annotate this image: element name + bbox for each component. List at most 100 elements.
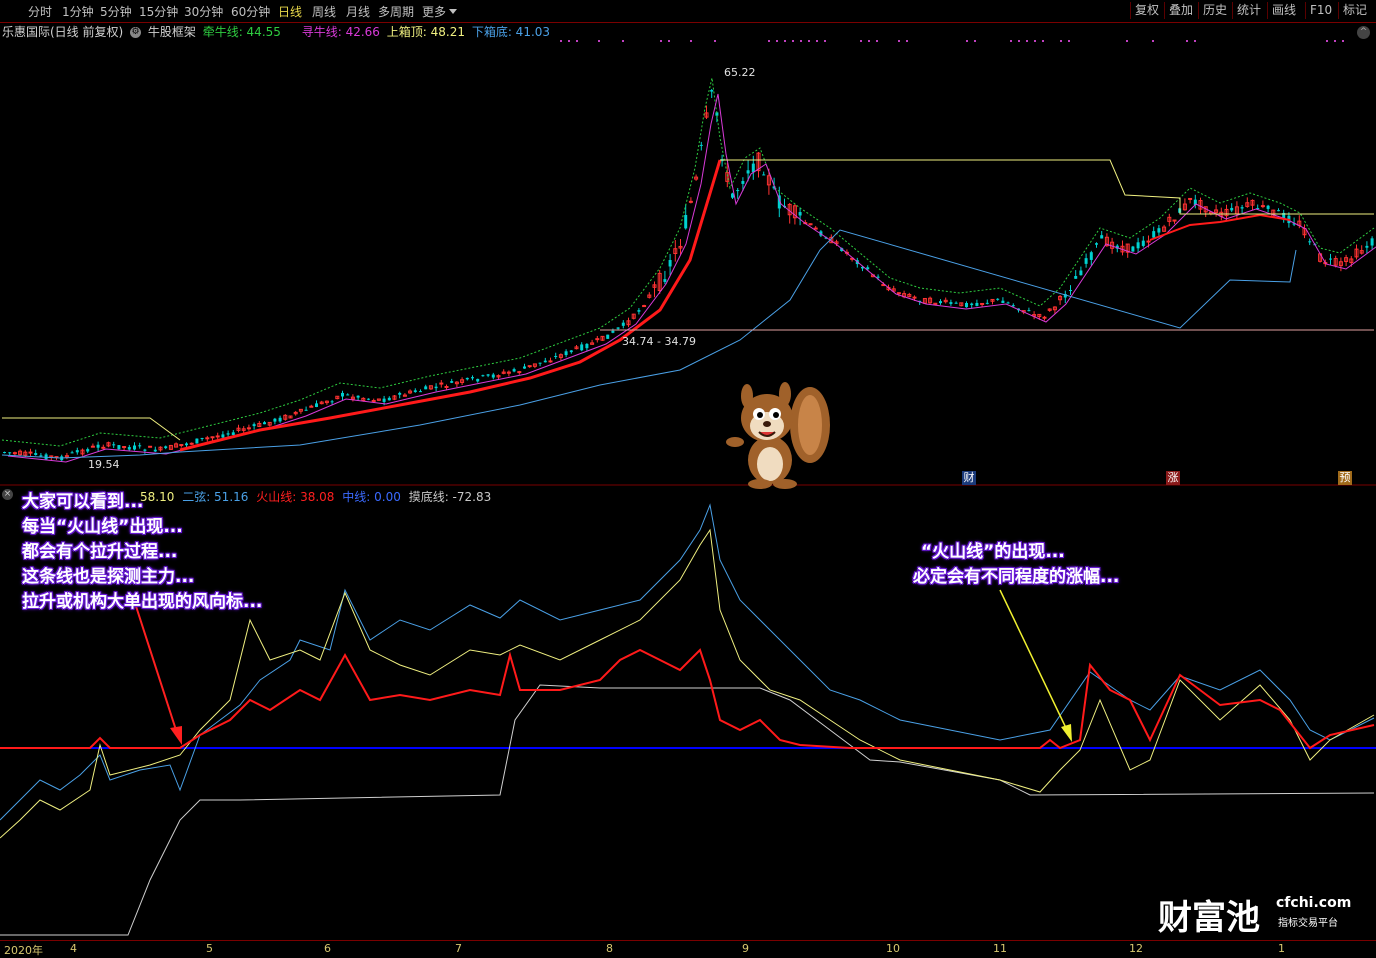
candle-body <box>465 377 469 380</box>
date-label: 9 <box>742 942 749 955</box>
signal-dot <box>1186 40 1188 42</box>
candle-body <box>278 417 282 422</box>
candle-body <box>1084 258 1088 264</box>
box-bottom-line <box>179 229 1297 453</box>
candle-body <box>637 310 641 312</box>
candle-body <box>439 382 444 385</box>
annotation-right-line: 必定会有不同程度的涨幅... <box>913 567 1120 587</box>
signal-dot <box>768 40 770 42</box>
annotation-left-line: 都会有个拉升过程... <box>22 542 178 562</box>
candle-body <box>621 322 625 326</box>
signal-dot <box>622 40 624 42</box>
signal-dot <box>974 40 976 42</box>
candle-body <box>444 386 449 389</box>
candle-body <box>179 444 184 447</box>
candle-body <box>86 449 90 452</box>
candle-body <box>1188 197 1193 200</box>
candle-body <box>315 403 318 407</box>
candle-body <box>96 444 100 448</box>
signal-dot <box>1010 40 1012 42</box>
legend-mid-line: 中线: 0.00 <box>342 490 401 504</box>
candle-body <box>1136 242 1140 249</box>
signal-dot <box>560 40 562 42</box>
candle-body <box>954 302 958 304</box>
date-axis: 2020年 4 5 6 7 8 9 10 11 12 1 <box>0 940 1376 958</box>
annotation-right: “火山线”的出现... 必定会有不同程度的涨幅... <box>913 540 1119 590</box>
candle-body <box>1001 300 1005 304</box>
xunniu-line <box>7 93 1376 463</box>
candle-body <box>684 214 688 229</box>
event-marker-forecast[interactable]: 预 <box>1338 471 1352 485</box>
candle-body <box>133 445 136 450</box>
signal-dot <box>824 40 826 42</box>
candle-body <box>741 181 745 184</box>
candle-body <box>491 374 495 378</box>
date-label: 8 <box>606 942 613 955</box>
candle-body <box>1069 290 1072 292</box>
candle-body <box>939 301 942 304</box>
signal-dot <box>776 40 778 42</box>
indicator-close-icon[interactable]: × <box>2 489 13 500</box>
signal-dot <box>1342 40 1344 42</box>
candle-body <box>1329 258 1332 260</box>
candle-body <box>1370 238 1374 246</box>
candle-body <box>39 455 43 457</box>
candle-body <box>341 392 344 397</box>
candle-body <box>668 260 672 267</box>
event-marker-earnings[interactable]: 财 <box>962 471 976 485</box>
candle-body <box>263 422 266 425</box>
candle-body <box>252 424 256 427</box>
candle-body <box>471 377 474 379</box>
signal-dot <box>1152 40 1154 42</box>
candle-body <box>512 369 516 372</box>
box-top-line <box>2 417 181 441</box>
candle-body <box>112 444 116 446</box>
signal-dot <box>714 40 716 42</box>
candle-body <box>200 437 204 439</box>
signal-dot <box>1042 40 1044 42</box>
squirrel-mascot-icon <box>726 382 830 489</box>
date-label: 2020年 <box>4 944 43 957</box>
candle-body <box>876 276 880 278</box>
signal-dot <box>668 40 670 42</box>
candle-body <box>273 418 277 422</box>
event-marker-rise[interactable]: 涨 <box>1166 471 1180 485</box>
candle-body <box>1260 205 1265 208</box>
legend-volcano-line: 火山线: 38.08 <box>256 490 335 504</box>
box-top-line <box>720 159 1374 215</box>
candle-body <box>153 449 157 452</box>
date-label: 11 <box>993 942 1007 955</box>
date-label: 1 <box>1278 942 1285 955</box>
candle-body <box>346 394 350 396</box>
candle-body <box>606 334 610 339</box>
candle-body <box>205 437 210 440</box>
candle-body <box>517 371 522 374</box>
candle-body <box>1308 241 1312 243</box>
candle-body <box>371 399 376 402</box>
watermark-brand: 财富池 <box>1158 898 1260 938</box>
candle-body <box>1266 205 1270 209</box>
candle-body <box>912 296 917 299</box>
candle-body <box>585 343 589 349</box>
candle-body <box>1240 207 1244 209</box>
candle-body <box>1152 231 1156 238</box>
date-label: 6 <box>324 942 331 955</box>
candle-body <box>398 392 402 395</box>
candle-body <box>1042 316 1047 319</box>
candle-body <box>1006 302 1010 304</box>
signal-dot <box>800 40 802 42</box>
candle-body <box>434 386 438 389</box>
candle-body <box>949 302 953 304</box>
date-label: 4 <box>70 942 77 955</box>
candle-body <box>143 449 147 451</box>
candle-body <box>736 190 740 192</box>
yellow-arrow-head <box>1061 724 1072 742</box>
candle-body <box>1011 305 1015 307</box>
volcano-line <box>0 648 1375 750</box>
candle-body <box>486 374 490 376</box>
candle-body <box>419 391 422 393</box>
range-price-label: 34.74 - 34.79 <box>622 335 696 348</box>
signal-dot <box>690 40 692 42</box>
candle-body <box>1131 246 1135 252</box>
candle-body <box>751 163 755 173</box>
